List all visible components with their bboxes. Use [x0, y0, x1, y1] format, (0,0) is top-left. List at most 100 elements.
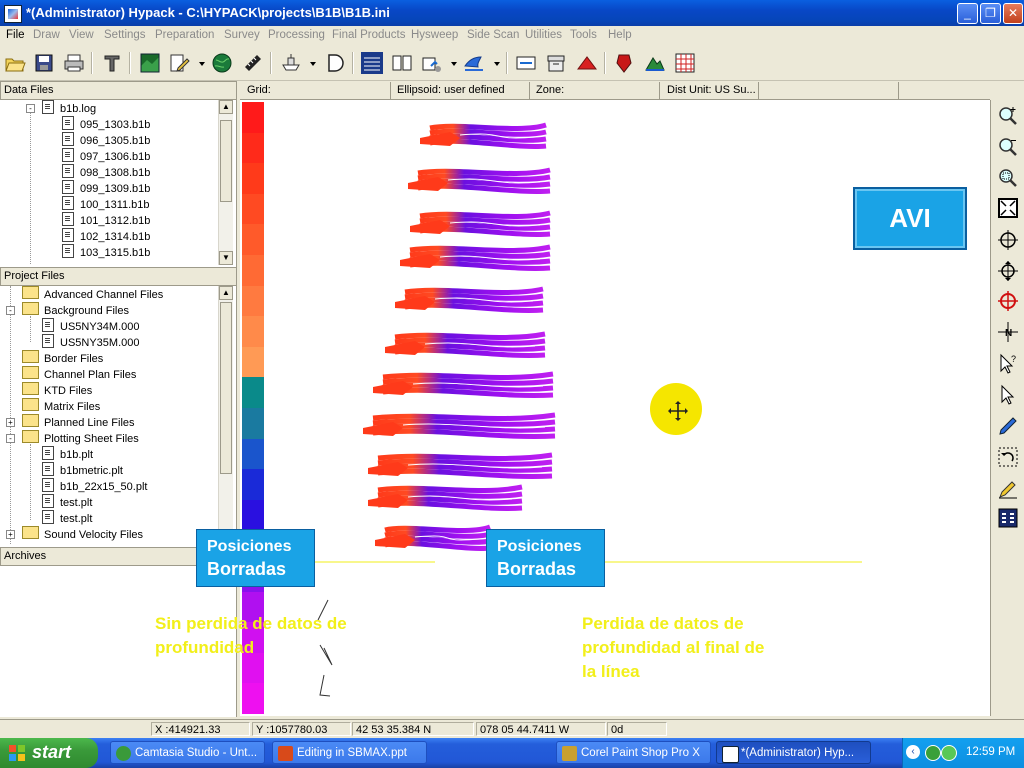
clock[interactable]: 12:59 PM: [966, 746, 1015, 758]
project-folder-item[interactable]: Planned Line Files: [22, 414, 135, 430]
edit-icon[interactable]: [168, 52, 190, 74]
data-file-root[interactable]: b1b.log: [42, 100, 96, 116]
collapse-toggle[interactable]: -: [26, 104, 35, 113]
task-paint-shop-pro[interactable]: Corel Paint Shop Pro X: [556, 741, 711, 764]
menu-help[interactable]: Help: [608, 29, 632, 41]
ruler-icon[interactable]: [242, 52, 264, 74]
globe-icon[interactable]: [211, 52, 233, 74]
data-file-item[interactable]: 097_1306.b1b: [62, 148, 150, 164]
calendar-dropdown-arrow[interactable]: [451, 62, 457, 66]
undo-icon[interactable]: [997, 446, 1019, 468]
tools-icon[interactable]: [101, 52, 123, 74]
project-file-item[interactable]: US5NY34M.000: [42, 318, 140, 334]
scroll-thumb[interactable]: [220, 302, 232, 474]
data-file-item[interactable]: 098_1308.b1b: [62, 164, 150, 180]
grid-icon[interactable]: [361, 52, 383, 74]
terrain-icon[interactable]: [644, 52, 666, 74]
archive-icon[interactable]: [545, 52, 567, 74]
target-icon[interactable]: [997, 290, 1019, 312]
data-file-item[interactable]: 096_1305.b1b: [62, 132, 150, 148]
project-folder-item[interactable]: Advanced Channel Files: [22, 286, 163, 302]
project-folder-item[interactable]: Plotting Sheet Files: [22, 430, 139, 446]
data-file-item[interactable]: 095_1303.b1b: [62, 116, 150, 132]
project-file-item[interactable]: test.plt: [42, 510, 92, 526]
task-powerpoint[interactable]: Editing in SBMAX.ppt: [272, 741, 427, 764]
menu-view[interactable]: View: [69, 29, 94, 41]
data-file-item[interactable]: 101_1312.b1b: [62, 212, 150, 228]
pencil-icon[interactable]: [997, 478, 1019, 500]
project-file-item[interactable]: b1b_22x15_50.plt: [42, 478, 147, 494]
book-icon[interactable]: [391, 52, 413, 74]
scroll-up-arrow[interactable]: ▲: [219, 100, 233, 114]
scroll-down-arrow[interactable]: ▼: [219, 251, 233, 265]
menu-processing[interactable]: Processing: [268, 29, 325, 41]
zoom-box-icon[interactable]: [997, 167, 1019, 189]
menu-side-scan[interactable]: Side Scan: [467, 29, 519, 41]
menu-hysweep[interactable]: Hysweep: [411, 29, 458, 41]
pointer-icon[interactable]: [997, 384, 1019, 406]
edit-dropdown-arrow[interactable]: [199, 62, 205, 66]
menu-tools[interactable]: Tools: [570, 29, 597, 41]
monitor-icon[interactable]: [515, 52, 537, 74]
zoom-extents-icon[interactable]: [997, 197, 1019, 219]
project-file-item[interactable]: b1bmetric.plt: [42, 462, 123, 478]
data-files-scrollbar[interactable]: ▲ ▼: [218, 100, 233, 265]
scroll-up-arrow[interactable]: ▲: [219, 286, 233, 300]
vessel-icon[interactable]: [280, 52, 302, 74]
task-camtasia[interactable]: Camtasia Studio - Unt...: [110, 741, 265, 764]
scroll-thumb[interactable]: [220, 120, 232, 202]
map-icon[interactable]: [139, 52, 161, 74]
shield-icon[interactable]: [613, 52, 635, 74]
project-folder-item[interactable]: Channel Plan Files: [22, 366, 136, 382]
expand-toggle[interactable]: +: [6, 418, 15, 427]
project-folder-item[interactable]: KTD Files: [22, 382, 92, 398]
project-file-item[interactable]: b1b.plt: [42, 446, 93, 462]
pen-probe-icon[interactable]: [997, 415, 1019, 437]
menu-settings[interactable]: Settings: [104, 29, 146, 41]
tray-security-icon[interactable]: [941, 745, 957, 761]
title-bar[interactable]: *(Administrator) Hypack - C:\HYPACK\proj…: [0, 0, 1024, 26]
start-button[interactable]: start: [0, 738, 98, 768]
project-folder-item[interactable]: Border Files: [22, 350, 103, 366]
project-folder-item[interactable]: Sound Velocity Files: [22, 526, 143, 542]
boat-icon[interactable]: [463, 52, 485, 74]
north-icon[interactable]: N: [997, 321, 1019, 343]
project-folder-item[interactable]: Background Files: [22, 302, 129, 318]
zoom-in-icon[interactable]: [997, 105, 1019, 127]
collapse-toggle[interactable]: -: [6, 306, 15, 315]
menu-preparation[interactable]: Preparation: [155, 29, 214, 41]
collapse-toggle[interactable]: -: [6, 434, 15, 443]
data-file-item[interactable]: 103_1315.b1b: [62, 244, 150, 260]
print-icon[interactable]: [63, 52, 85, 74]
data-files-tree[interactable]: - b1b.log 095_1303.b1b 096_1305.b1b 097_…: [0, 100, 218, 264]
menu-draw[interactable]: Draw: [33, 29, 60, 41]
minimize-button[interactable]: _: [957, 3, 978, 24]
project-file-item[interactable]: test.plt: [42, 494, 92, 510]
calendar-icon[interactable]: [421, 52, 443, 74]
pan-center-icon[interactable]: [997, 229, 1019, 251]
expand-toggle[interactable]: +: [6, 530, 15, 539]
triangle-icon[interactable]: [576, 52, 598, 74]
calculator-icon[interactable]: [997, 507, 1019, 529]
project-folder-item[interactable]: Matrix Files: [22, 398, 100, 414]
save-icon[interactable]: [33, 52, 55, 74]
project-files-tree[interactable]: Advanced Channel Files Background Files - U…: [0, 286, 218, 544]
hypack-app-icon[interactable]: [4, 5, 22, 23]
project-file-item[interactable]: US5NY35M.000: [42, 334, 140, 350]
project-files-scrollbar[interactable]: ▲ ▼: [218, 286, 233, 546]
menu-utilities[interactable]: Utilities: [525, 29, 562, 41]
vessel-dropdown-arrow[interactable]: [310, 62, 316, 66]
menu-file[interactable]: File: [6, 29, 25, 41]
open-folder-icon[interactable]: [4, 52, 26, 74]
task-hypack[interactable]: *(Administrator) Hyp...: [716, 741, 871, 764]
data-file-item[interactable]: 100_1311.b1b: [62, 196, 150, 212]
tray-app-icon[interactable]: [925, 745, 941, 761]
close-button[interactable]: ✕: [1003, 3, 1023, 24]
d-icon[interactable]: [324, 52, 346, 74]
menu-final-products[interactable]: Final Products: [332, 29, 406, 41]
data-file-item[interactable]: 099_1309.b1b: [62, 180, 150, 196]
boat-dropdown-arrow[interactable]: [494, 62, 500, 66]
pan-icon[interactable]: [997, 260, 1019, 282]
tray-collapse-icon[interactable]: ‹: [906, 745, 920, 759]
zoom-out-icon[interactable]: [997, 136, 1019, 158]
